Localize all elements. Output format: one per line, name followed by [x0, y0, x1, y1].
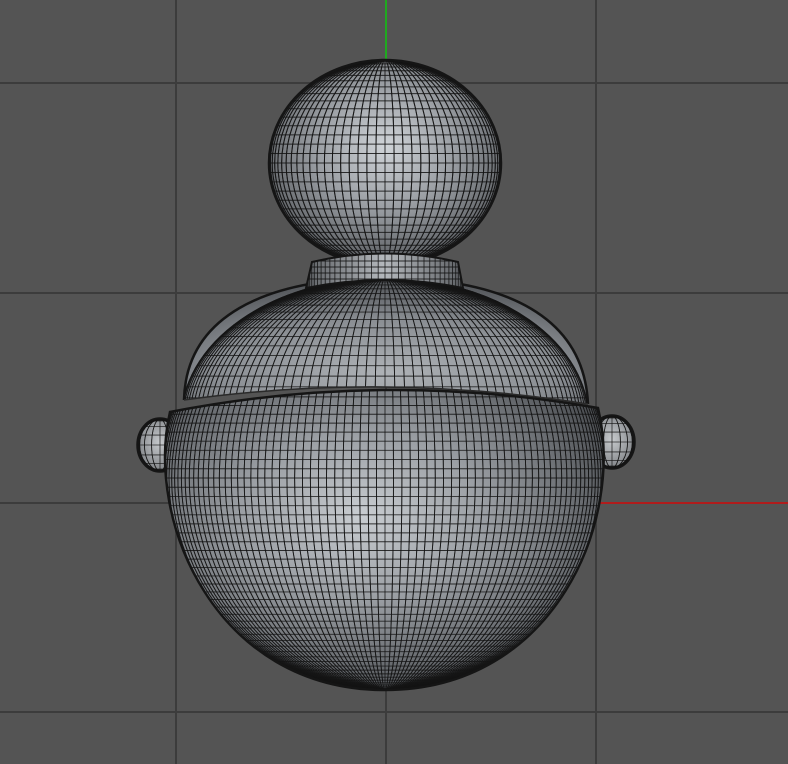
gourd-mesh[interactable] [136, 58, 636, 692]
viewport-canvas[interactable] [0, 0, 788, 764]
top-bulb[interactable] [267, 58, 503, 268]
3d-viewport[interactable] [0, 0, 788, 764]
